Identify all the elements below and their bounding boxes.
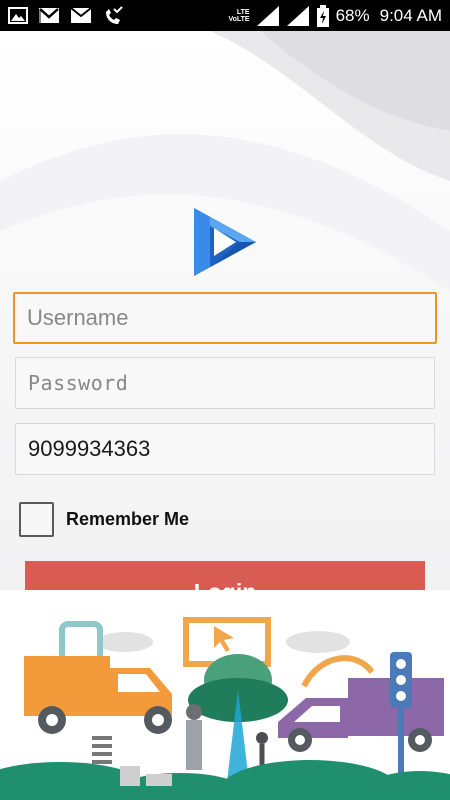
walking-person-icon — [256, 732, 268, 744]
gmail-icon — [38, 7, 60, 24]
cloud-icon — [97, 632, 153, 652]
app-logo — [190, 206, 258, 278]
username-input[interactable] — [13, 292, 437, 344]
remember-me-row[interactable]: Remember Me — [19, 502, 189, 537]
person-icon — [186, 720, 202, 770]
network-type: LTE VoLTE — [228, 9, 249, 23]
cloud-icon — [286, 631, 350, 653]
notification-icons — [8, 5, 124, 26]
phone-number-input[interactable] — [15, 423, 435, 475]
battery-level: 68% — [335, 5, 370, 25]
signal-icon-2 — [286, 5, 310, 27]
lte-label: LTE — [236, 8, 250, 16]
status-bar: LTE VoLTE 68% 9:04 AM — [0, 0, 450, 31]
missed-call-icon — [102, 5, 124, 26]
signal-icon — [256, 5, 280, 27]
battery-charging-icon — [316, 4, 330, 27]
gallery-icon — [8, 7, 28, 24]
remember-me-checkbox[interactable] — [19, 502, 54, 537]
password-input[interactable] — [15, 357, 435, 409]
volte-label: VoLTE — [228, 15, 250, 23]
logistics-illustration — [0, 590, 450, 800]
system-icons: LTE VoLTE 68% 9:04 AM — [228, 4, 442, 27]
mail-icon — [70, 7, 92, 24]
clock: 9:04 AM — [379, 5, 442, 25]
remember-me-label[interactable]: Remember Me — [66, 509, 189, 530]
